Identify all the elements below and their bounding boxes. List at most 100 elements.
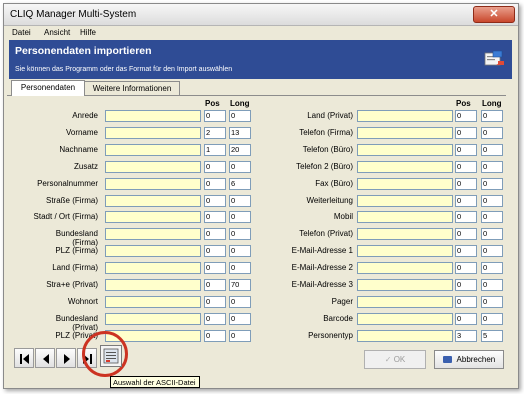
long-input[interactable]: 0	[229, 312, 251, 325]
pos-input[interactable]: 0	[455, 312, 477, 325]
ok-button[interactable]: ✓ OK	[364, 350, 426, 369]
field-input[interactable]	[105, 245, 201, 258]
menu-datei[interactable]: Datei	[12, 28, 31, 37]
long-input[interactable]: 0	[481, 211, 503, 224]
field-input[interactable]	[357, 262, 453, 275]
field-input[interactable]	[357, 194, 453, 207]
pos-input[interactable]: 0	[204, 194, 226, 207]
pos-input[interactable]: 1	[204, 143, 226, 156]
long-input[interactable]: 0	[481, 194, 503, 207]
long-input[interactable]: 0	[481, 110, 503, 122]
long-input[interactable]: 6	[229, 177, 251, 190]
long-input[interactable]: 0	[229, 160, 251, 173]
ascii-file-button[interactable]	[100, 345, 122, 367]
long-input[interactable]: 13	[229, 126, 251, 139]
field-input[interactable]	[105, 295, 201, 308]
pos-input[interactable]: 0	[204, 279, 226, 291]
long-input[interactable]: 0	[481, 160, 503, 173]
long-input[interactable]: 0	[481, 262, 503, 275]
pos-input[interactable]: 0	[455, 228, 477, 241]
long-input[interactable]: 0	[481, 143, 503, 156]
pos-input[interactable]: 0	[455, 126, 477, 139]
field-input[interactable]	[105, 211, 201, 224]
field-input[interactable]	[105, 160, 201, 173]
field-label: Anrede	[72, 111, 98, 120]
long-input[interactable]: 0	[229, 110, 251, 122]
long-input[interactable]: 5	[481, 329, 503, 342]
long-input[interactable]: 0	[229, 295, 251, 308]
field-input[interactable]	[105, 110, 201, 122]
long-input[interactable]: 0	[229, 329, 251, 342]
field-label: Telefon 2 (Büro)	[296, 161, 353, 171]
prev-record-button[interactable]	[35, 348, 55, 368]
pos-input[interactable]: 0	[204, 228, 226, 241]
field-input[interactable]	[357, 126, 453, 139]
field-input[interactable]	[105, 126, 201, 139]
pos-input[interactable]: 0	[204, 295, 226, 308]
menu-ansicht[interactable]: Ansicht	[44, 28, 70, 37]
pos-input[interactable]: 0	[455, 279, 477, 291]
pos-input[interactable]: 0	[455, 211, 477, 224]
field-input[interactable]	[357, 245, 453, 258]
field-input[interactable]	[105, 262, 201, 275]
pos-input[interactable]: 0	[204, 110, 226, 122]
long-input[interactable]: 0	[229, 262, 251, 275]
field-input[interactable]	[105, 279, 201, 291]
tab-personendaten[interactable]: Personendaten	[11, 80, 85, 96]
tab-weitere-informationen[interactable]: Weitere Informationen	[84, 81, 180, 96]
long-input[interactable]: 0	[481, 228, 503, 241]
field-input[interactable]	[357, 211, 453, 224]
cancel-button[interactable]: Abbrechen	[434, 350, 504, 369]
pos-input[interactable]: 2	[204, 126, 226, 139]
pos-input[interactable]: 0	[204, 211, 226, 224]
field-input[interactable]	[357, 177, 453, 190]
field-input[interactable]	[357, 143, 453, 156]
pos-input[interactable]: 0	[455, 245, 477, 258]
pos-input[interactable]: 3	[455, 329, 477, 342]
long-input[interactable]: 0	[229, 245, 251, 258]
pos-input[interactable]: 0	[455, 262, 477, 275]
long-input[interactable]: 0	[229, 228, 251, 241]
long-input[interactable]: 0	[481, 245, 503, 258]
long-input[interactable]: 0	[481, 295, 503, 308]
long-input[interactable]: 20	[229, 143, 251, 156]
field-input[interactable]	[357, 329, 453, 342]
long-input[interactable]: 0	[229, 211, 251, 224]
long-input[interactable]: 0	[481, 279, 503, 291]
title-bar[interactable]: CLIQ Manager Multi-System ✕	[4, 4, 518, 26]
pos-input[interactable]: 0	[455, 295, 477, 308]
field-input[interactable]	[357, 279, 453, 291]
field-input[interactable]	[105, 312, 201, 325]
pos-input[interactable]: 0	[455, 177, 477, 190]
long-input[interactable]: 0	[229, 194, 251, 207]
long-input[interactable]: 70	[229, 279, 251, 291]
field-input[interactable]	[357, 312, 453, 325]
close-button[interactable]: ✕	[473, 6, 515, 23]
field-input[interactable]	[357, 295, 453, 308]
pos-input[interactable]: 0	[204, 160, 226, 173]
field-input[interactable]	[105, 228, 201, 241]
right-pos-header: Pos	[456, 99, 471, 108]
field-input[interactable]	[357, 160, 453, 173]
pos-input[interactable]: 0	[204, 245, 226, 258]
field-input[interactable]	[105, 177, 201, 190]
field-label: Mobil	[333, 212, 353, 222]
pos-input[interactable]: 0	[204, 312, 226, 325]
menu-hilfe[interactable]: Hilfe	[80, 28, 96, 37]
pos-input[interactable]: 0	[455, 160, 477, 173]
long-input[interactable]: 0	[481, 312, 503, 325]
field-input[interactable]	[357, 228, 453, 241]
pos-input[interactable]: 0	[455, 194, 477, 207]
field-input[interactable]	[105, 143, 201, 156]
field-input[interactable]	[357, 110, 453, 122]
pos-input[interactable]: 0	[455, 110, 477, 122]
field-input[interactable]	[105, 194, 201, 207]
pos-input[interactable]: 0	[204, 177, 226, 190]
pos-input[interactable]: 0	[204, 329, 226, 342]
next-record-button[interactable]	[56, 348, 76, 368]
pos-input[interactable]: 0	[455, 143, 477, 156]
pos-input[interactable]: 0	[204, 262, 226, 275]
first-record-button[interactable]	[14, 348, 34, 368]
long-input[interactable]: 0	[481, 126, 503, 139]
long-input[interactable]: 0	[481, 177, 503, 190]
